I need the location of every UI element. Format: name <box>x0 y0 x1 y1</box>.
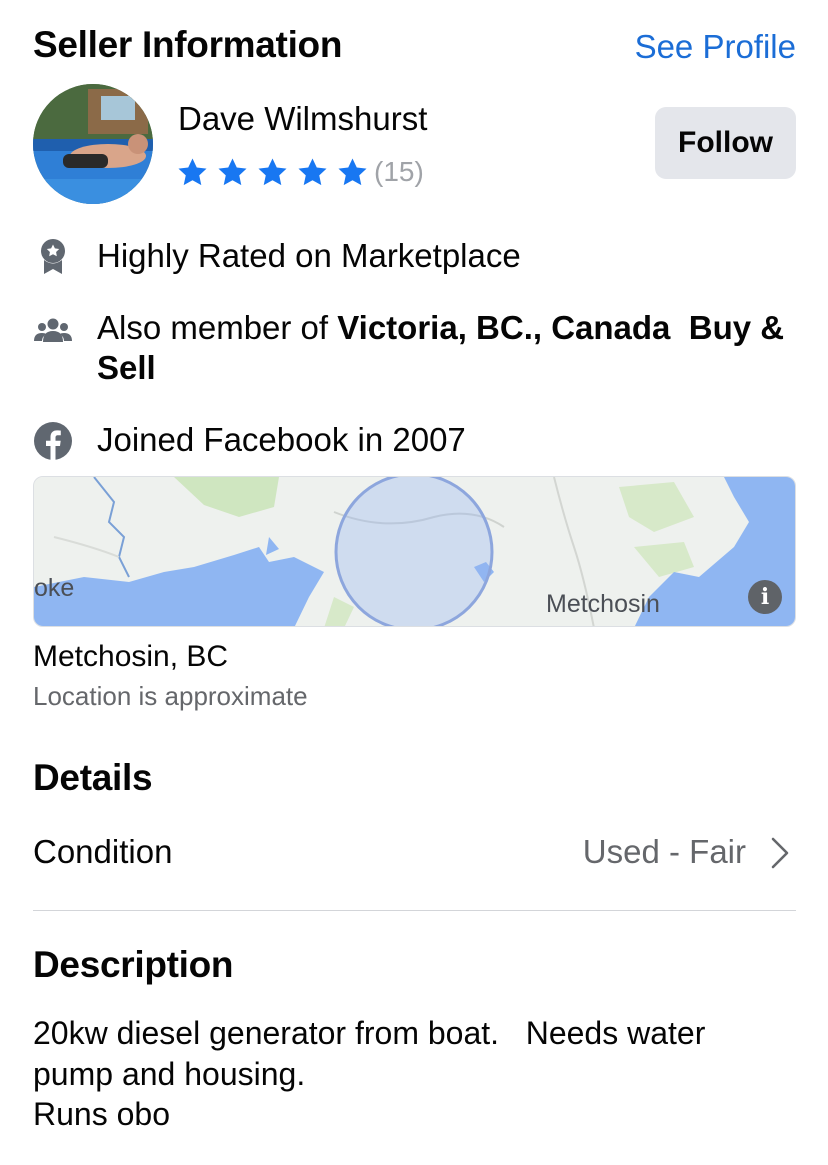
map-graphic <box>34 477 795 626</box>
condition-row[interactable]: Condition Used - Fair <box>33 826 796 882</box>
highly-rated-text: Highly Rated on Marketplace <box>97 237 521 274</box>
divider <box>33 910 796 911</box>
description-line: Runs obo <box>33 1096 170 1132</box>
facebook-icon <box>34 422 72 460</box>
award-ribbon-icon <box>41 239 65 274</box>
location-map[interactable]: oke Metchosin i <box>33 476 796 627</box>
location-note: Location is approximate <box>33 681 308 711</box>
avatar-image <box>33 84 153 204</box>
details-title: Details <box>33 757 153 798</box>
rating-count: (15) <box>374 156 424 187</box>
group-membership-text: Also member of Victoria, BC., Canada Buy… <box>97 308 803 388</box>
highly-rated-row: Highly Rated on Marketplace <box>33 236 803 276</box>
avatar[interactable] <box>33 84 153 204</box>
follow-button[interactable]: Follow <box>655 107 796 179</box>
location-name: Metchosin, BC <box>33 640 229 673</box>
chevron-right-icon <box>771 837 789 869</box>
group-name[interactable]: Victoria, BC., Canada Buy & <box>337 309 784 346</box>
condition-value: Used - Fair <box>582 833 746 870</box>
star-icon <box>338 157 367 185</box>
map-label-metchosin: Metchosin <box>546 590 660 618</box>
joined-facebook-row: Joined Facebook in 2007 <box>33 420 803 460</box>
description-title: Description <box>33 944 234 985</box>
description-line: 20kw diesel generator from boat. Needs w… <box>33 1015 706 1051</box>
star-icon <box>258 157 287 185</box>
see-profile-link[interactable]: See Profile <box>635 28 796 66</box>
star-icon <box>298 157 327 185</box>
group-membership-row[interactable]: Also member of Victoria, BC., Canada Buy… <box>33 308 803 388</box>
section-title: Seller Information <box>33 24 343 65</box>
map-label-left: oke <box>34 574 75 602</box>
condition-label: Condition <box>33 833 173 870</box>
group-name-line2[interactable]: Sell <box>97 349 156 386</box>
seller-rating[interactable]: (15) <box>176 152 424 192</box>
member-prefix: Also member of <box>97 309 338 346</box>
joined-facebook-text: Joined Facebook in 2007 <box>97 421 466 458</box>
info-icon[interactable]: i <box>748 580 782 614</box>
star-icon <box>218 157 247 185</box>
seller-info-header: Seller Information See Profile <box>33 24 796 72</box>
description-text: 20kw diesel generator from boat. Needs w… <box>33 1013 796 1135</box>
group-icon <box>34 318 72 342</box>
description-line: pump and housing. <box>33 1055 306 1092</box>
star-icon <box>178 157 207 185</box>
seller-name[interactable]: Dave Wilmshurst <box>178 100 427 138</box>
